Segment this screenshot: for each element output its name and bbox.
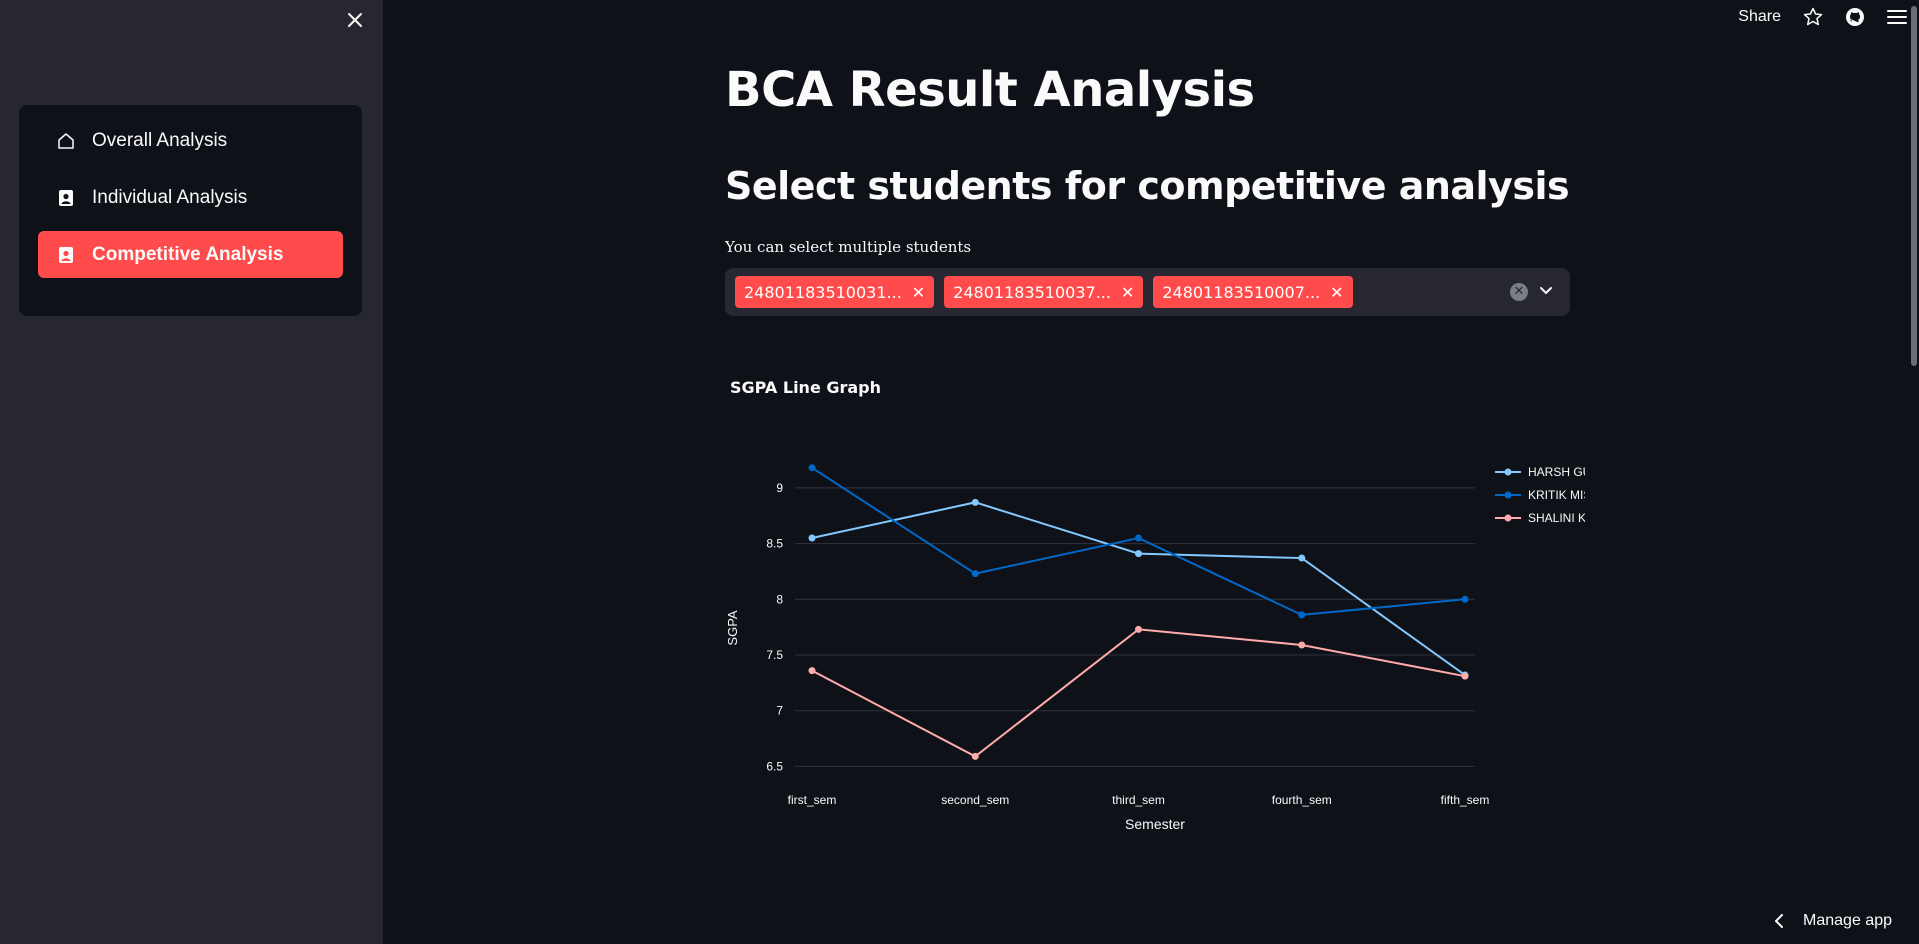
legend-swatch-marker [1504, 514, 1512, 522]
nav-item-label: Individual Analysis [92, 186, 248, 208]
star-icon[interactable] [1803, 7, 1823, 27]
page-title: BCA Result Analysis [725, 62, 1255, 118]
legend-label: KRITIK MISHRA [1528, 488, 1585, 502]
remove-chip-icon[interactable]: ✕ [1121, 283, 1134, 302]
x-tick-label: second_sem [941, 793, 1009, 807]
y-tick-label: 6.5 [766, 759, 783, 773]
series-line [811, 501, 1466, 676]
nav-item-label: Competitive Analysis [92, 243, 284, 265]
hamburger-menu-icon[interactable] [1887, 8, 1907, 26]
y-tick-label: 8 [776, 592, 783, 606]
main-content: Share BCA Result Analysis Select student… [383, 0, 1919, 944]
student-multiselect[interactable]: 24801183510031... ✕ 24801183510037... ✕ … [725, 268, 1570, 316]
data-point [1461, 595, 1469, 603]
nav-item-label: Overall Analysis [92, 129, 228, 151]
chevron-left-icon [1773, 914, 1785, 928]
data-point [808, 464, 816, 472]
selected-student-chip[interactable]: 24801183510007... ✕ [1153, 276, 1353, 308]
sidebar: Overall Analysis Individual Analysis Com… [0, 0, 383, 944]
nav-item-individual-analysis[interactable]: Individual Analysis [38, 174, 343, 221]
chart-title: SGPA Line Graph [730, 378, 882, 397]
legend-label: HARSH GUPTA [1528, 465, 1585, 479]
selected-student-chip[interactable]: 24801183510037... ✕ [944, 276, 1144, 308]
series-line [811, 628, 1466, 758]
x-tick-label: third_sem [1112, 793, 1165, 807]
data-point [1135, 550, 1142, 558]
close-sidebar-icon[interactable] [343, 8, 367, 32]
x-axis-title: Semester [1125, 816, 1185, 832]
legend-swatch-marker [1504, 468, 1512, 476]
data-point [971, 570, 979, 578]
x-tick-label: fourth_sem [1272, 793, 1332, 807]
data-point [1298, 611, 1306, 619]
scrollbar[interactable] [1909, 0, 1919, 944]
data-point [808, 534, 816, 542]
github-icon[interactable] [1845, 7, 1865, 27]
clear-all-icon[interactable]: ✕ [1510, 283, 1528, 301]
remove-chip-icon[interactable]: ✕ [1330, 283, 1343, 302]
y-axis-title: SGPA [725, 610, 740, 645]
legend-swatch-marker [1504, 491, 1512, 499]
manage-app-button[interactable]: Manage app [1773, 912, 1892, 930]
y-tick-label: 8.5 [766, 537, 783, 551]
chip-label: 24801183510007... [1162, 282, 1321, 302]
nav-item-competitive-analysis[interactable]: Competitive Analysis [38, 231, 343, 278]
selected-student-chip[interactable]: 24801183510031... ✕ [735, 276, 935, 308]
legend-label: SHALINI KOTHARI [1528, 511, 1585, 525]
data-point [808, 667, 816, 675]
data-point [1135, 625, 1142, 633]
share-button[interactable]: Share [1738, 8, 1781, 26]
section-heading: Select students for competitive analysis [725, 164, 1570, 208]
data-point [1135, 534, 1142, 542]
person-badge-icon [56, 188, 76, 208]
chip-label: 24801183510031... [744, 282, 902, 302]
y-tick-label: 7.5 [766, 648, 783, 662]
scrollbar-thumb[interactable] [1911, 6, 1917, 366]
data-point [1461, 672, 1469, 680]
x-tick-label: fifth_sem [1441, 793, 1490, 807]
x-tick-label: first_sem [788, 793, 837, 807]
multiselect-label: You can select multiple students [725, 238, 972, 256]
person-badge-icon [56, 245, 76, 265]
data-point [1298, 554, 1306, 562]
house-icon [56, 131, 76, 151]
chevron-down-icon[interactable] [1536, 280, 1556, 300]
data-point [1298, 641, 1306, 649]
nav-menu: Overall Analysis Individual Analysis Com… [19, 105, 362, 316]
data-point [971, 498, 979, 506]
nav-item-overall-analysis[interactable]: Overall Analysis [38, 117, 343, 164]
y-tick-label: 9 [776, 481, 783, 495]
y-tick-label: 7 [776, 704, 783, 718]
top-toolbar: Share [1716, 4, 1907, 30]
sgpa-line-chart: 6.5 7 7.5 8 8.5 9 first_sem second_sem third_sem… [725, 464, 1585, 832]
chip-label: 24801183510037... [953, 282, 1111, 302]
manage-app-label: Manage app [1803, 912, 1892, 929]
remove-chip-icon[interactable]: ✕ [912, 283, 925, 302]
data-point [971, 752, 979, 760]
